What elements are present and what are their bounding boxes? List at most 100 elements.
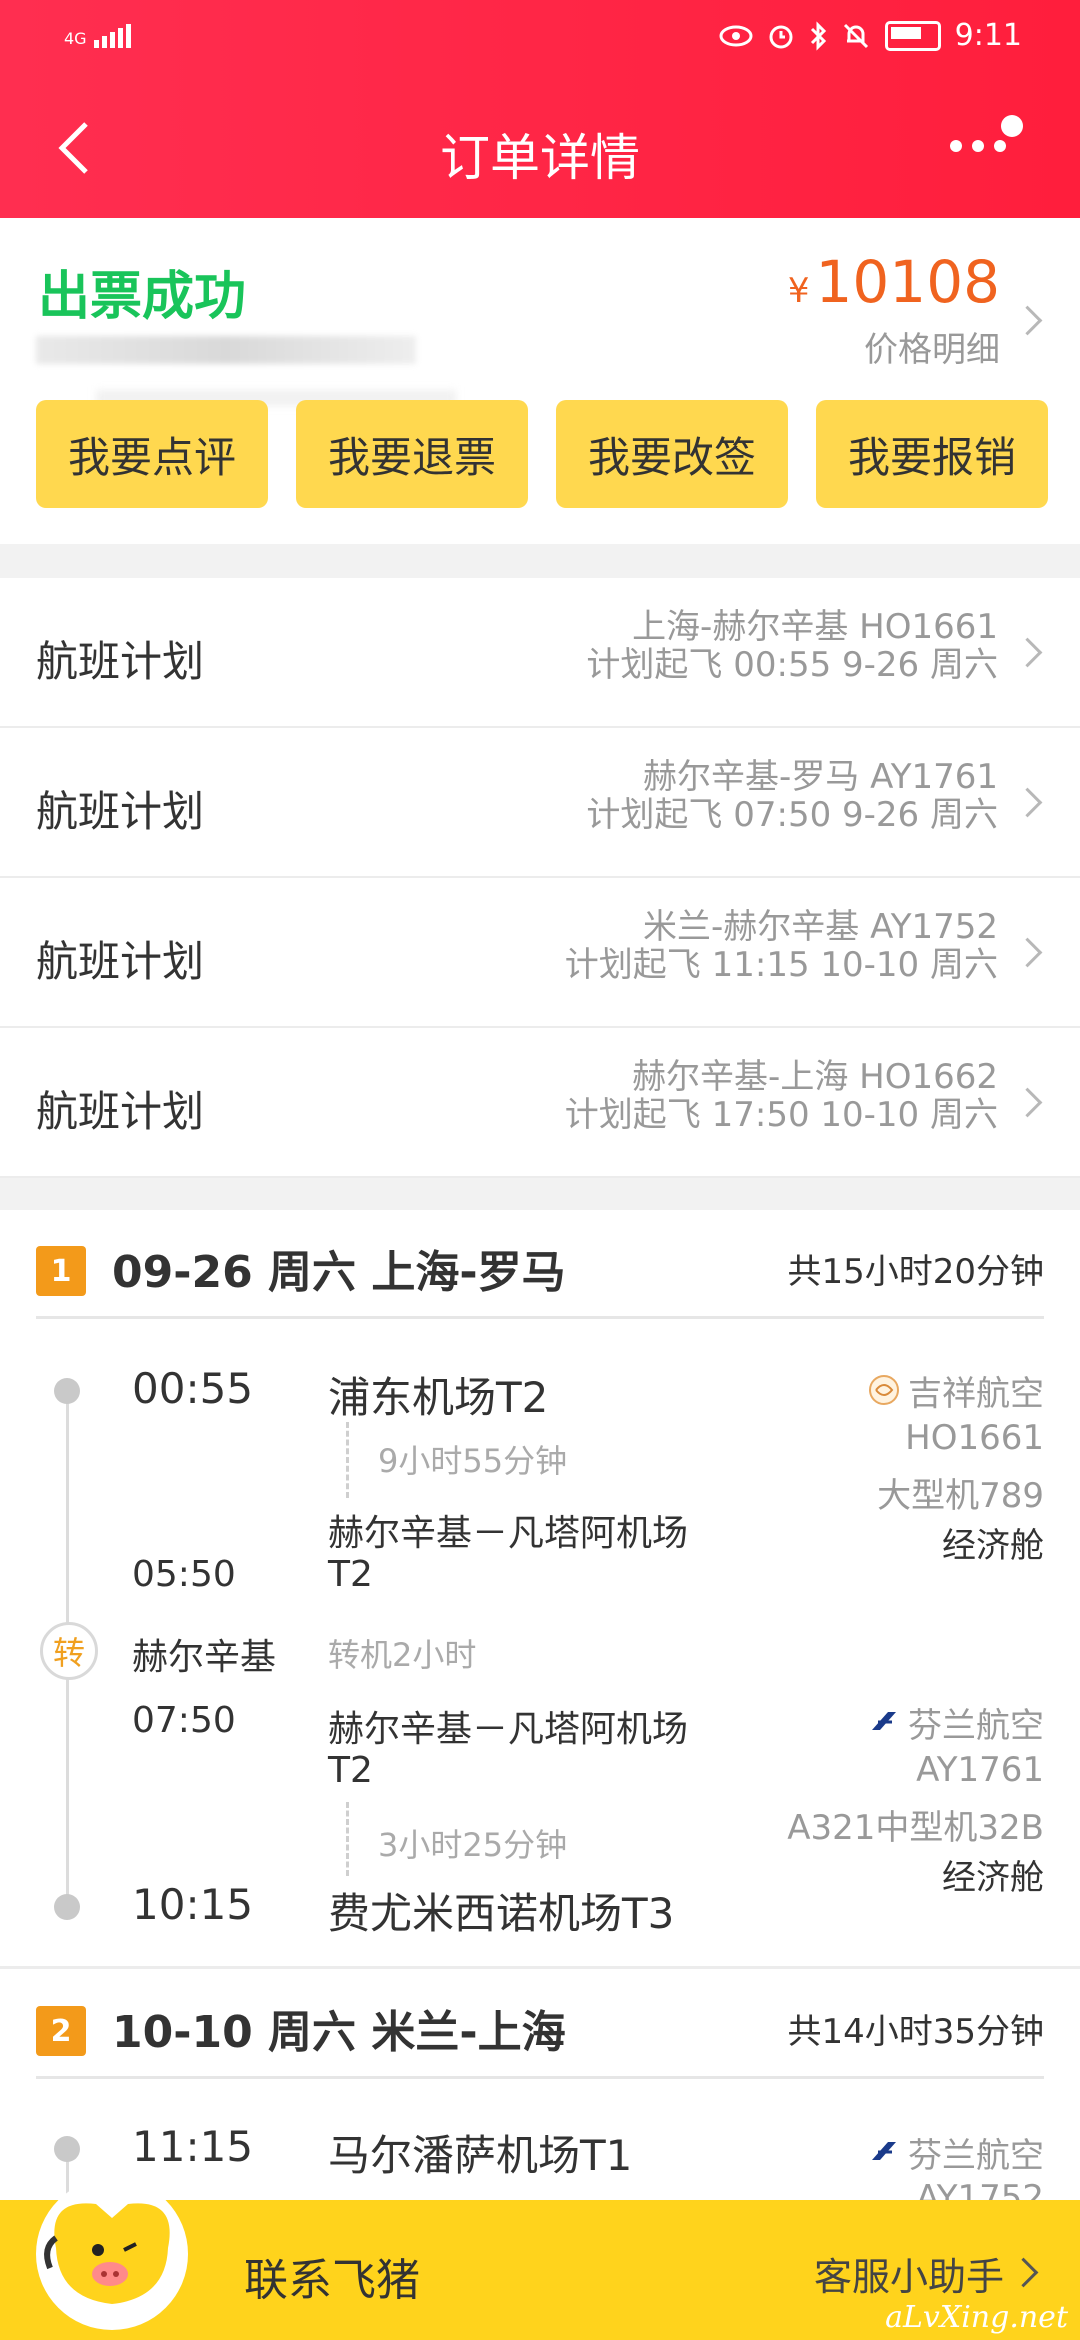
divider [36, 2076, 1044, 2079]
finnair-logo-icon [872, 2142, 896, 2160]
timeline-dot [54, 1378, 80, 1404]
divider [0, 544, 1080, 578]
status-bar: 4G 9:11 [0, 18, 1080, 58]
price-detail-link[interactable]: 价格明细 [864, 322, 1000, 371]
arrival-airport: 赫尔辛基－凡塔阿机场 [328, 1513, 689, 1554]
departure-time: 11:15 [132, 2122, 254, 2171]
customer-service-button[interactable]: 客服小助手 [814, 2246, 1004, 2301]
cabin-class: 经济舱 [942, 1526, 1044, 1566]
change-button[interactable]: 我要改签 [556, 400, 788, 508]
departure-terminal: T2 [328, 1750, 373, 1791]
battery-icon [884, 20, 941, 51]
flight-path-dashed [346, 1802, 349, 1876]
status-icons: 9:11 [719, 18, 1022, 53]
timeline-dot [54, 1894, 80, 1920]
eye-icon [719, 25, 753, 46]
divider [0, 1966, 1080, 1969]
cabin-class: 经济舱 [942, 1858, 1044, 1898]
flight-plan-info: 上海-赫尔辛基 HO1661 计划起飞 00:55 9-26 周六 [586, 608, 998, 684]
flight-plan-info: 赫尔辛基-罗马 AY1761 计划起飞 07:50 9-26 周六 [586, 758, 998, 834]
airline-name: 吉祥航空 [908, 1374, 1044, 1414]
transfer-city: 赫尔辛基 [132, 1637, 277, 1678]
page-title: 订单详情 [440, 129, 640, 187]
flight-plan-route: 赫尔辛基-上海 HO1662 [632, 1057, 998, 1097]
departure-time: 07:50 [132, 1700, 236, 1741]
order-status: 出票成功 [38, 267, 247, 327]
segment-header: 1 09-26 周六 上海-罗马 共15小时20分钟 [0, 1210, 1080, 1318]
total-price[interactable]: ¥10108 [788, 248, 1000, 316]
divider [0, 1178, 1080, 1210]
chevron-right-icon [1012, 1087, 1043, 1118]
flight-plan-route: 赫尔辛基-罗马 AY1761 [643, 757, 998, 797]
airline-name: 芬兰航空 [908, 2136, 1044, 2176]
redacted-text [36, 336, 416, 364]
segment-title: 09-26 周六 上海-罗马 [112, 1247, 566, 1298]
fliggy-mascot-icon[interactable] [36, 2178, 188, 2330]
transfer-duration: 转机2小时 [328, 1636, 477, 1674]
flight-plan-info: 赫尔辛基-上海 HO1662 计划起飞 17:50 10-10 周六 [565, 1058, 998, 1134]
flight-plan-route: 上海-赫尔辛基 HO1661 [632, 607, 998, 647]
flight-plan-label: 航班计划 [36, 787, 205, 836]
watermark: aLvXing.net [885, 2300, 1068, 2335]
flight-plan-route: 米兰-赫尔辛基 AY1752 [643, 907, 998, 947]
airline-name: 芬兰航空 [908, 1706, 1044, 1746]
flight-plan-time: 计划起飞 17:50 10-10 周六 [564, 1095, 998, 1135]
signal-indicator: 4G [64, 24, 134, 48]
divider [36, 1316, 1044, 1319]
flight-duration: 9小时55分钟 [378, 1442, 568, 1480]
flight-plan-time: 计划起飞 11:15 10-10 周六 [564, 945, 998, 985]
finnair-logo-icon [872, 1712, 896, 1730]
review-button[interactable]: 我要点评 [36, 400, 268, 508]
contact-fliggy-button[interactable]: 联系飞猪 [244, 2244, 420, 2308]
flight-plan-label: 航班计划 [36, 937, 205, 986]
network-type: 4G [64, 29, 87, 48]
header-bar: 4G 9:11 订单详情 [0, 0, 1080, 218]
flight-plan-row[interactable]: 航班计划 米兰-赫尔辛基 AY1752 计划起飞 11:15 10-10 周六 [0, 878, 1080, 1028]
flight-duration: 3小时25分钟 [378, 1826, 568, 1864]
timeline-dot [54, 2136, 80, 2162]
flight-plan-label: 航班计划 [36, 637, 205, 686]
segment-total-duration: 共14小时35分钟 [787, 2012, 1044, 2052]
flight-number: AY1761 [916, 1750, 1044, 1790]
chevron-right-icon [1012, 937, 1043, 968]
flight-plan-row[interactable]: 航班计划 上海-赫尔辛基 HO1661 计划起飞 00:55 9-26 周六 [0, 578, 1080, 728]
segment-total-duration: 共15小时20分钟 [787, 1252, 1044, 1292]
flight-plan-info: 米兰-赫尔辛基 AY1752 计划起飞 11:15 10-10 周六 [565, 908, 998, 984]
chevron-right-icon [1012, 637, 1043, 668]
juneyao-airline-logo-icon [869, 1375, 899, 1405]
chevron-right-icon[interactable] [1012, 305, 1043, 336]
arrival-time: 05:50 [132, 1554, 236, 1595]
departure-airport: 赫尔辛基－凡塔阿机场 [328, 1709, 689, 1750]
order-summary: 出票成功 ¥10108 价格明细 我要点评 我要退票 我要改签 我要报销 [0, 218, 1080, 544]
more-menu-icon[interactable] [946, 112, 1026, 172]
clock: 9:11 [954, 18, 1022, 53]
flight-plan-row[interactable]: 航班计划 赫尔辛基-罗马 AY1761 计划起飞 07:50 9-26 周六 [0, 728, 1080, 878]
arrival-time: 10:15 [132, 1880, 254, 1929]
segment-header: 2 10-10 周六 米兰-上海 共14小时35分钟 [0, 1970, 1080, 2078]
flight-number: HO1661 [905, 1418, 1044, 1458]
arrival-terminal: T2 [328, 1554, 373, 1595]
mute-icon [843, 23, 868, 48]
bottom-bar: 联系飞猪 客服小助手 aLvXing.net [0, 2178, 1080, 2340]
reimburse-button[interactable]: 我要报销 [816, 400, 1048, 508]
departure-time: 00:55 [132, 1364, 254, 1413]
flight-plan-time: 计划起飞 07:50 9-26 周六 [586, 795, 998, 835]
bluetooth-icon [810, 20, 826, 51]
aircraft-type: 大型机789 [877, 1476, 1044, 1516]
signal-bars-icon [93, 24, 134, 48]
refund-button[interactable]: 我要退票 [296, 400, 528, 508]
flight-plan-label: 航班计划 [36, 1087, 205, 1136]
segment-number-badge: 1 [36, 1246, 86, 1296]
segment-title: 10-10 周六 米兰-上海 [112, 2007, 566, 2058]
transfer-icon: 转 [40, 1622, 98, 1680]
action-buttons: 我要点评 我要退票 我要改签 我要报销 [36, 400, 1048, 508]
departure-airport: 马尔潘萨机场T1 [328, 2131, 633, 2180]
flight-path-dashed [346, 1422, 349, 1498]
alarm-icon [769, 25, 793, 48]
aircraft-type: A321中型机32B [787, 1808, 1044, 1848]
price-value: 10108 [815, 248, 1000, 316]
flight-plan-row[interactable]: 航班计划 赫尔辛基-上海 HO1662 计划起飞 17:50 10-10 周六 [0, 1028, 1080, 1178]
chevron-right-icon[interactable] [1008, 2257, 1039, 2288]
departure-airport: 浦东机场T2 [328, 1373, 549, 1422]
chevron-right-icon [1012, 787, 1043, 818]
